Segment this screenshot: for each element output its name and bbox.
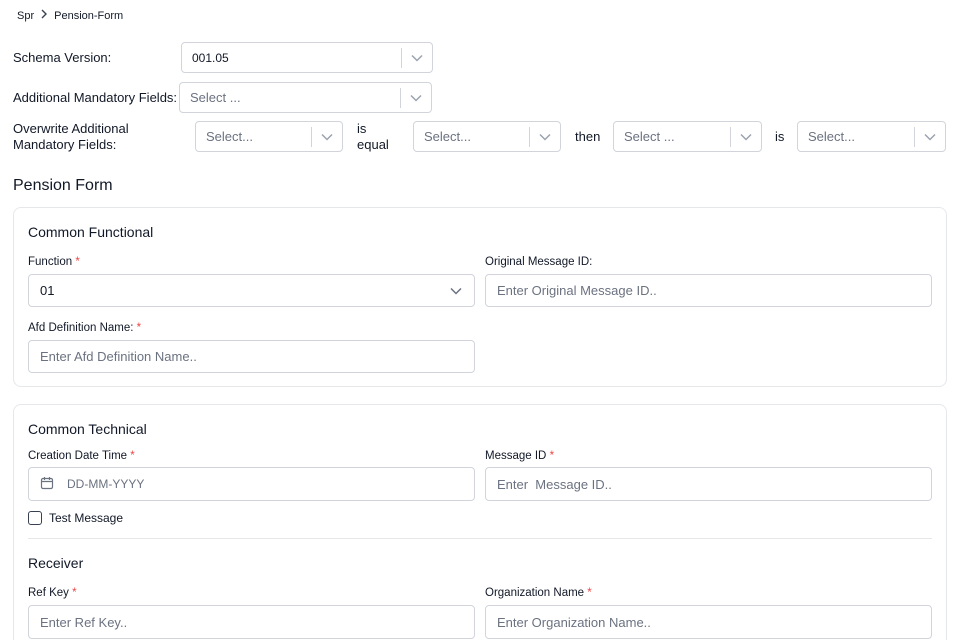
overwrite-field-select[interactable]: Select... [195,121,343,152]
afd-definition-input[interactable]: Enter Afd Definition Name.. [28,340,475,373]
test-message-checkbox-row[interactable]: Test Message [28,511,123,525]
breadcrumb-current: Pension-Form [54,9,124,22]
chevron-down-icon [731,133,761,141]
organization-name-label: Organization Name * [485,587,592,599]
additional-mandatory-select[interactable]: Select ... [179,82,432,113]
message-id-input[interactable]: Enter Message ID.. [485,467,932,501]
overwrite-value-select[interactable]: Select... [413,121,561,152]
overwrite-result-select[interactable]: Select... [797,121,946,152]
test-message-label: Test Message [49,511,124,525]
calendar-icon[interactable] [40,476,54,493]
creation-date-label: Creation Date Time * [28,450,135,462]
message-id-label: Message ID * [485,450,555,462]
breadcrumb: Spr Pension-Form [17,9,123,22]
is-label: is [775,129,785,144]
is-equal-label: is equal [357,121,389,152]
additional-mandatory-placeholder: Select ... [190,90,241,105]
page-title: Pension Form [13,177,113,194]
chevron-down-icon [401,94,431,102]
function-label: Function * [28,256,80,268]
chevron-down-icon [450,283,462,298]
divider [28,538,932,539]
chevron-down-icon [915,133,945,141]
chevron-down-icon [530,133,560,141]
chevron-down-icon [402,54,432,62]
ref-key-label: Ref Key * [28,587,77,599]
receiver-title: Receiver [28,555,84,571]
schema-version-label: Schema Version: [13,50,112,65]
chevron-down-icon [312,133,342,141]
creation-date-input[interactable]: DD-MM-YYYY [28,467,475,501]
organization-name-input[interactable]: Enter Organization Name.. [485,605,932,639]
common-technical-title: Common Technical [28,421,147,437]
original-message-label: Original Message ID: [485,256,593,268]
then-label: then [575,129,601,144]
chevron-right-icon [40,9,48,22]
function-value: 01 [40,283,55,298]
afd-definition-label: Afd Definition Name: * [28,322,142,334]
test-message-checkbox[interactable] [28,511,42,525]
ref-key-input[interactable]: Enter Ref Key.. [28,605,475,639]
schema-version-value: 001.05 [192,50,229,65]
common-functional-title: Common Functional [28,224,154,240]
additional-mandatory-label: Additional Mandatory Fields: [13,90,178,105]
overwrite-label: Overwrite Additional Mandatory Fields: [13,121,129,152]
original-message-input[interactable]: Enter Original Message ID.. [485,274,932,307]
function-select[interactable]: 01 [28,274,475,307]
schema-version-select[interactable]: 001.05 [181,42,433,73]
overwrite-target-select[interactable]: Select ... [613,121,762,152]
breadcrumb-root[interactable]: Spr [17,10,34,22]
